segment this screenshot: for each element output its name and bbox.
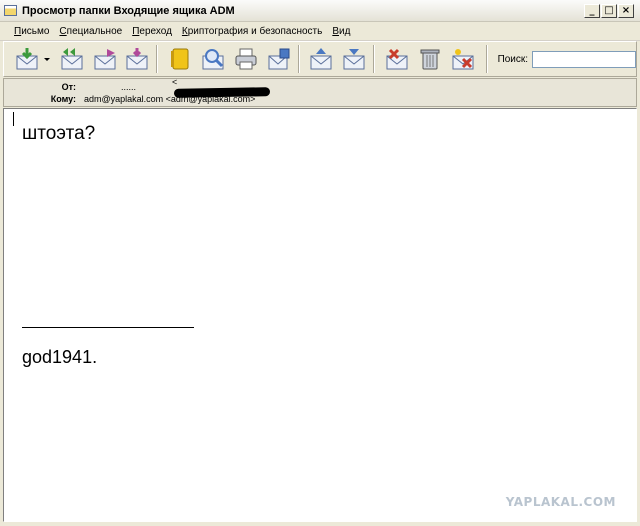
next-icon	[343, 49, 365, 70]
junk-icon	[452, 49, 474, 70]
from-name[interactable]: ......	[121, 82, 136, 92]
minimize-button[interactable]: _	[584, 4, 600, 18]
menu-go-label: ереход	[139, 25, 172, 37]
get-mail-button[interactable]	[12, 44, 42, 74]
message-text: штоэта?	[22, 123, 96, 144]
window-controls: _ □ ×	[584, 4, 634, 18]
address-book-button[interactable]	[165, 44, 195, 74]
print-icon	[235, 48, 257, 70]
watermark-logo: YAPLAKAL.COM	[505, 495, 616, 509]
to-label: Кому:	[50, 94, 76, 104]
menu-view-accel: В	[332, 25, 339, 37]
search-messages-button[interactable]	[198, 44, 228, 74]
delete-icon	[386, 48, 408, 70]
maximize-button[interactable]: □	[601, 4, 617, 18]
message-headers: От: ...... < Кому: adm@yaplakal.com <adm…	[3, 76, 637, 107]
menu-crypto-security[interactable]: Криптография и безопасность	[177, 26, 327, 37]
print-button[interactable]	[231, 44, 261, 74]
search-input[interactable]	[532, 50, 637, 68]
menu-crypto-label: риптография и безопасность	[187, 25, 323, 37]
signature-text: god1941.	[22, 347, 98, 367]
menu-special-accel: С	[59, 25, 67, 37]
trash-button[interactable]	[415, 44, 445, 74]
menu-special-label: пециальное	[66, 25, 123, 37]
signature-separator	[22, 327, 194, 328]
menu-view[interactable]: Вид	[327, 26, 355, 37]
forward-button[interactable]	[90, 44, 120, 74]
menu-special[interactable]: Специальное	[54, 26, 127, 37]
previous-message-button[interactable]	[307, 44, 337, 74]
text-caret	[13, 112, 14, 126]
save-button[interactable]	[264, 44, 294, 74]
previous-icon	[310, 48, 332, 70]
title-bar: Просмотр папки Входящие ящика ADM _ □ ×	[0, 0, 640, 22]
menu-bar: Письмо Специальное Переход Криптография …	[0, 22, 640, 41]
redirect-button[interactable]	[122, 44, 152, 74]
toolbar: Поиск:	[3, 41, 637, 77]
from-address-bracket: <	[172, 76, 178, 87]
search-label: Поиск:	[497, 53, 529, 65]
reply-all-button[interactable]	[57, 44, 87, 74]
to-address[interactable]: adm@yaplakal.com <adm@yaplakal.com>	[84, 94, 255, 104]
redirect-icon	[126, 48, 148, 70]
trash-icon	[420, 49, 440, 70]
menu-view-label: ид	[339, 25, 351, 37]
mail-window-icon	[4, 5, 17, 16]
delete-button[interactable]	[382, 44, 412, 74]
toolbar-separator	[297, 45, 300, 73]
search-icon	[202, 49, 224, 70]
toolbar-separator	[373, 45, 376, 73]
menu-message-label: исьмо	[21, 25, 50, 37]
toolbar-separator	[485, 45, 488, 73]
get-mail-dropdown-arrow[interactable]	[43, 57, 50, 61]
menu-message[interactable]: Письмо	[9, 26, 54, 37]
menu-go[interactable]: Переход	[127, 26, 177, 37]
from-label: От:	[61, 82, 76, 92]
forward-icon	[94, 49, 116, 70]
message-body[interactable]: штоэта? god1941. YAPLAKAL.COM	[3, 108, 637, 522]
reply-all-icon	[61, 48, 83, 70]
window-title: Просмотр папки Входящие ящика ADM	[22, 4, 235, 17]
save-icon	[268, 48, 290, 70]
close-button[interactable]: ×	[618, 4, 634, 18]
address-book-icon	[171, 48, 189, 70]
next-message-button[interactable]	[339, 44, 369, 74]
junk-button[interactable]	[448, 44, 478, 74]
toolbar-separator	[156, 45, 159, 73]
get-mail-icon	[16, 48, 38, 70]
